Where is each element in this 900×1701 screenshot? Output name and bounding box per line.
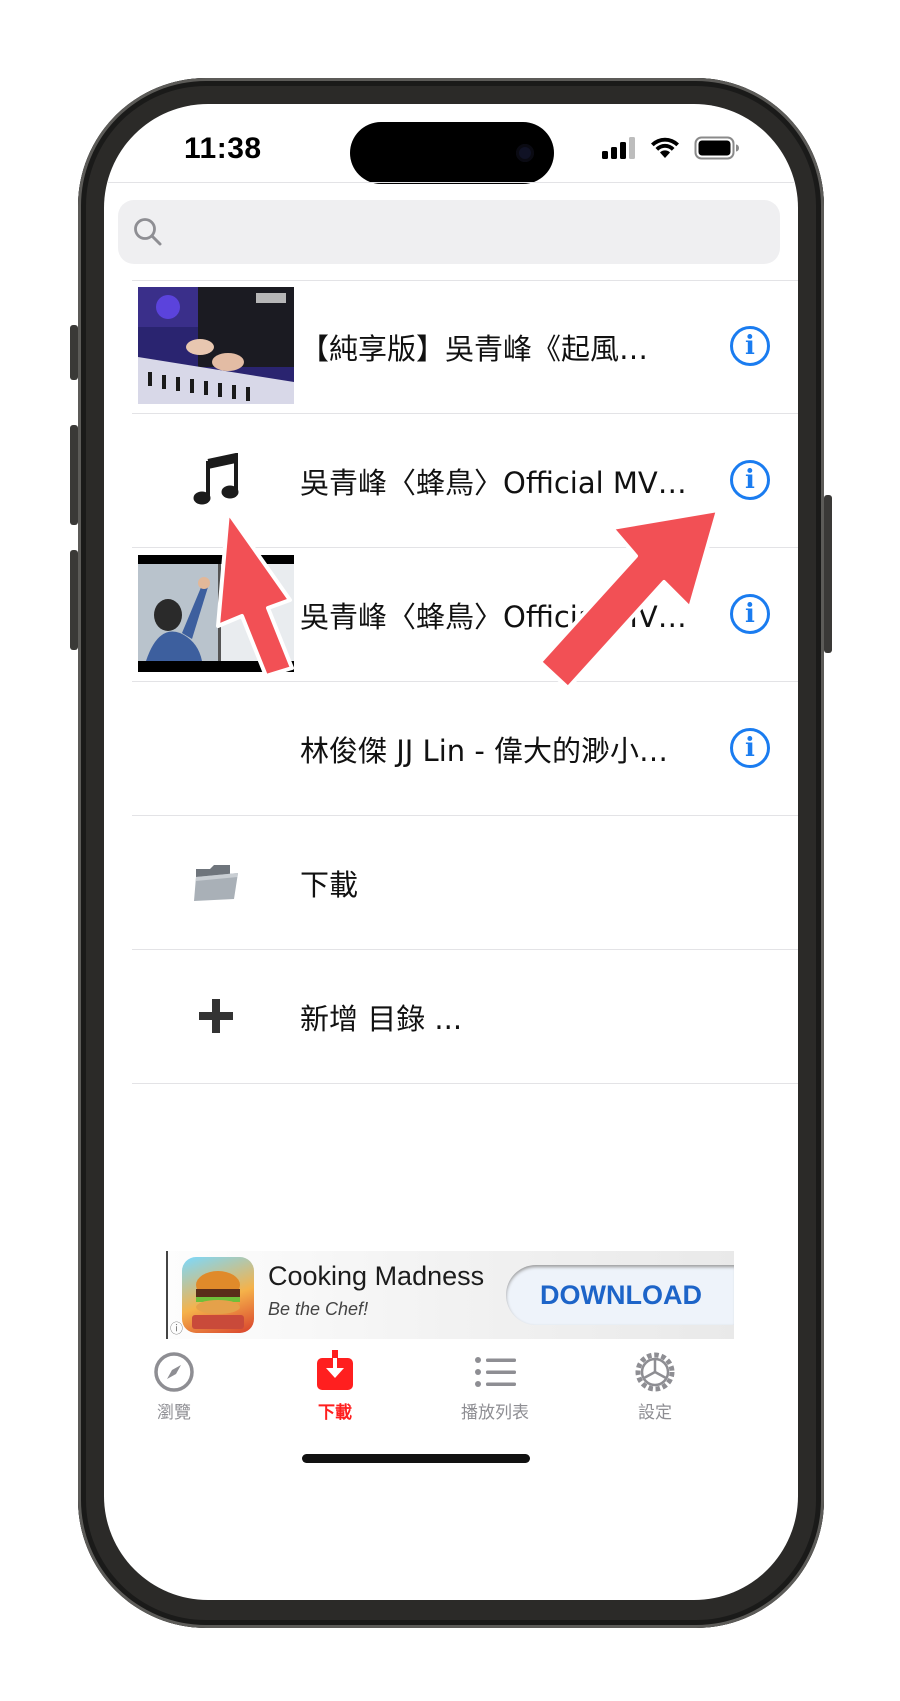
arrow-to-music-icon xyxy=(216,510,294,678)
arrow-to-info-button xyxy=(538,508,720,690)
annotation-arrows xyxy=(216,508,720,690)
